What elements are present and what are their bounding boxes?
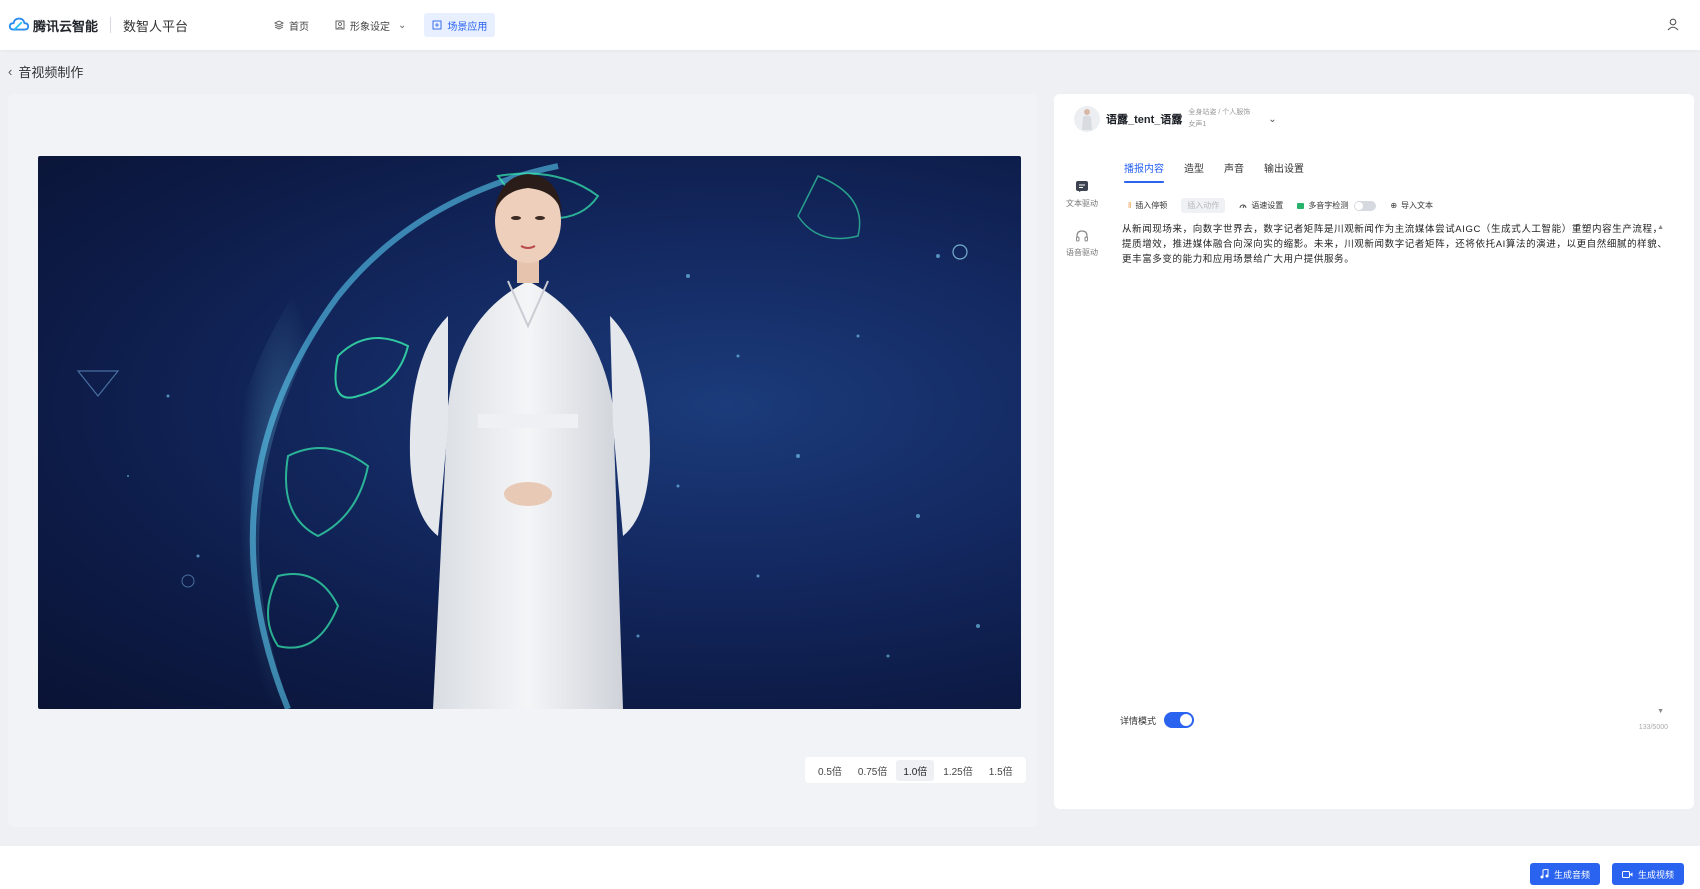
scene-icon bbox=[432, 20, 442, 30]
speed-setting-label: 语速设置 bbox=[1251, 201, 1284, 210]
avatar-meta: 全身站姿 / 个人服饰 女声1 bbox=[1188, 107, 1250, 131]
avatar-selector[interactable]: 语露_tent_语露 全身站姿 / 个人服饰 女声1 ⌄ bbox=[1074, 106, 1277, 132]
portrait-icon bbox=[335, 20, 345, 30]
script-editor[interactable]: 从新闻现场来，向数字世界去，数字记者矩阵是川观新闻作为主流媒体尝试AIGC（生成… bbox=[1122, 222, 1670, 267]
polyphone-label: 多音字检测 bbox=[1308, 201, 1349, 210]
detail-mode: 详情模式 bbox=[1120, 712, 1195, 728]
insert-pause-button[interactable]: ‖ 插入停顿 bbox=[1128, 200, 1167, 211]
drive-mode-bar: 文本驱动 语音驱动 bbox=[1062, 180, 1102, 278]
top-nav: 腾讯云智能 数智人平台 首页 形象设定 ⌄ 场景应用 bbox=[0, 0, 1700, 50]
speed-option[interactable]: 1.5倍 bbox=[982, 760, 1020, 781]
speed-setting-button[interactable]: 语速设置 bbox=[1239, 200, 1283, 211]
insert-pause-label: 插入停顿 bbox=[1135, 201, 1168, 210]
divider bbox=[110, 17, 112, 33]
layers-icon bbox=[274, 20, 285, 30]
insert-action-label: 插入动作 bbox=[1187, 201, 1220, 210]
nav-scene-apps-label: 场景应用 bbox=[447, 21, 488, 33]
video-preview[interactable] bbox=[38, 156, 1021, 709]
settings-panel: 语露_tent_语露 全身站姿 / 个人服饰 女声1 ⌄ 文本驱动 语音驱动 播… bbox=[1054, 94, 1694, 809]
detail-mode-toggle[interactable] bbox=[1164, 712, 1195, 728]
cloud-logo-icon bbox=[8, 17, 30, 31]
text-drive-label: 文本驱动 bbox=[1066, 199, 1098, 208]
polyphone-check[interactable]: 多音字检测 bbox=[1297, 200, 1377, 211]
gauge-icon bbox=[1239, 204, 1247, 208]
page-title: 音视频制作 bbox=[18, 65, 84, 80]
detail-mode-label: 详情模式 bbox=[1120, 715, 1157, 726]
brand[interactable]: 腾讯云智能 数智人平台 bbox=[8, 14, 188, 36]
nav-home-label: 首页 bbox=[289, 21, 310, 33]
generate-video-button[interactable]: 生成视频 bbox=[1612, 863, 1685, 885]
tab-voice[interactable]: 声音 bbox=[1224, 160, 1244, 183]
speed-option[interactable]: 1.25倍 bbox=[936, 760, 979, 781]
brand-name: 腾讯云智能 bbox=[33, 18, 99, 34]
text-chat-icon bbox=[1076, 181, 1088, 192]
nav-avatar-settings[interactable]: 形象设定 ⌄ bbox=[327, 13, 414, 37]
presenter-figure bbox=[409, 174, 650, 709]
avatar-figure-icon bbox=[1082, 109, 1092, 130]
scroll-down-arrow-icon[interactable]: ▼ bbox=[1657, 708, 1664, 715]
speed-option-selected[interactable]: 1.0倍 bbox=[896, 759, 935, 781]
product-name: 数智人平台 bbox=[123, 18, 189, 34]
nav-home[interactable]: 首页 bbox=[266, 13, 317, 37]
avatar bbox=[1074, 106, 1100, 132]
action-bar: 生成音频 生成视频 bbox=[0, 846, 1700, 889]
preview-panel: 0.5倍 0.75倍 1.0倍 1.25倍 1.5倍 bbox=[8, 94, 1038, 827]
music-note-icon bbox=[1540, 869, 1549, 879]
polyphone-toggle[interactable] bbox=[1354, 200, 1377, 211]
char-counter: 133/5000 bbox=[1638, 724, 1668, 731]
avatar-pose: 全身站姿 / 个人服饰 bbox=[1188, 109, 1251, 116]
breadcrumb: ‹ 音视频制作 bbox=[8, 62, 83, 81]
generate-video-label: 生成视频 bbox=[1638, 869, 1675, 880]
chevron-down-icon[interactable]: ⌄ bbox=[1268, 114, 1276, 125]
editor-toolbar: ‖ 插入停顿 插入动作 语速设置 多音字检测 ⊕ 导入文本 bbox=[1128, 198, 1433, 213]
insert-action-button[interactable]: 插入动作 bbox=[1181, 198, 1226, 213]
avatar-name: 语露_tent_语露 bbox=[1106, 114, 1183, 126]
speed-option[interactable]: 0.75倍 bbox=[851, 760, 894, 781]
nav-scene-apps[interactable]: 场景应用 bbox=[424, 13, 496, 37]
generate-audio-button[interactable]: 生成音频 bbox=[1530, 863, 1601, 885]
back-arrow-icon[interactable]: ‹ bbox=[8, 64, 12, 79]
generate-audio-label: 生成音频 bbox=[1554, 869, 1591, 880]
headphones-icon bbox=[1076, 230, 1088, 242]
text-drive-tool[interactable]: 文本驱动 bbox=[1062, 180, 1102, 209]
tab-styling[interactable]: 造型 bbox=[1184, 160, 1204, 183]
pause-icon: ‖ bbox=[1128, 201, 1132, 210]
avatar-voice: 女声1 bbox=[1188, 121, 1207, 128]
speed-selector: 0.5倍 0.75倍 1.0倍 1.25倍 1.5倍 bbox=[805, 757, 1026, 783]
main-nav: 首页 形象设定 ⌄ 场景应用 bbox=[266, 13, 496, 37]
import-icon: ⊕ bbox=[1390, 201, 1398, 210]
speed-option[interactable]: 0.5倍 bbox=[811, 760, 849, 781]
polyphone-icon bbox=[1297, 202, 1305, 209]
chevron-down-icon: ⌄ bbox=[398, 19, 407, 31]
video-camera-icon bbox=[1622, 870, 1633, 878]
digital-human-preview bbox=[76, 163, 980, 709]
content-tabs: 播报内容 造型 声音 输出设置 bbox=[1124, 160, 1304, 183]
tab-output-settings[interactable]: 输出设置 bbox=[1264, 160, 1304, 183]
user-icon[interactable] bbox=[1666, 17, 1680, 31]
import-text-label: 导入文本 bbox=[1401, 201, 1434, 210]
voice-drive-label: 语音驱动 bbox=[1066, 248, 1098, 257]
import-text-button[interactable]: ⊕ 导入文本 bbox=[1390, 200, 1433, 211]
nav-avatar-settings-label: 形象设定 bbox=[350, 21, 391, 33]
scroll-up-arrow-icon[interactable]: ▲ bbox=[1657, 224, 1664, 231]
voice-drive-tool[interactable]: 语音驱动 bbox=[1062, 229, 1102, 258]
tab-broadcast-content[interactable]: 播报内容 bbox=[1124, 160, 1164, 183]
